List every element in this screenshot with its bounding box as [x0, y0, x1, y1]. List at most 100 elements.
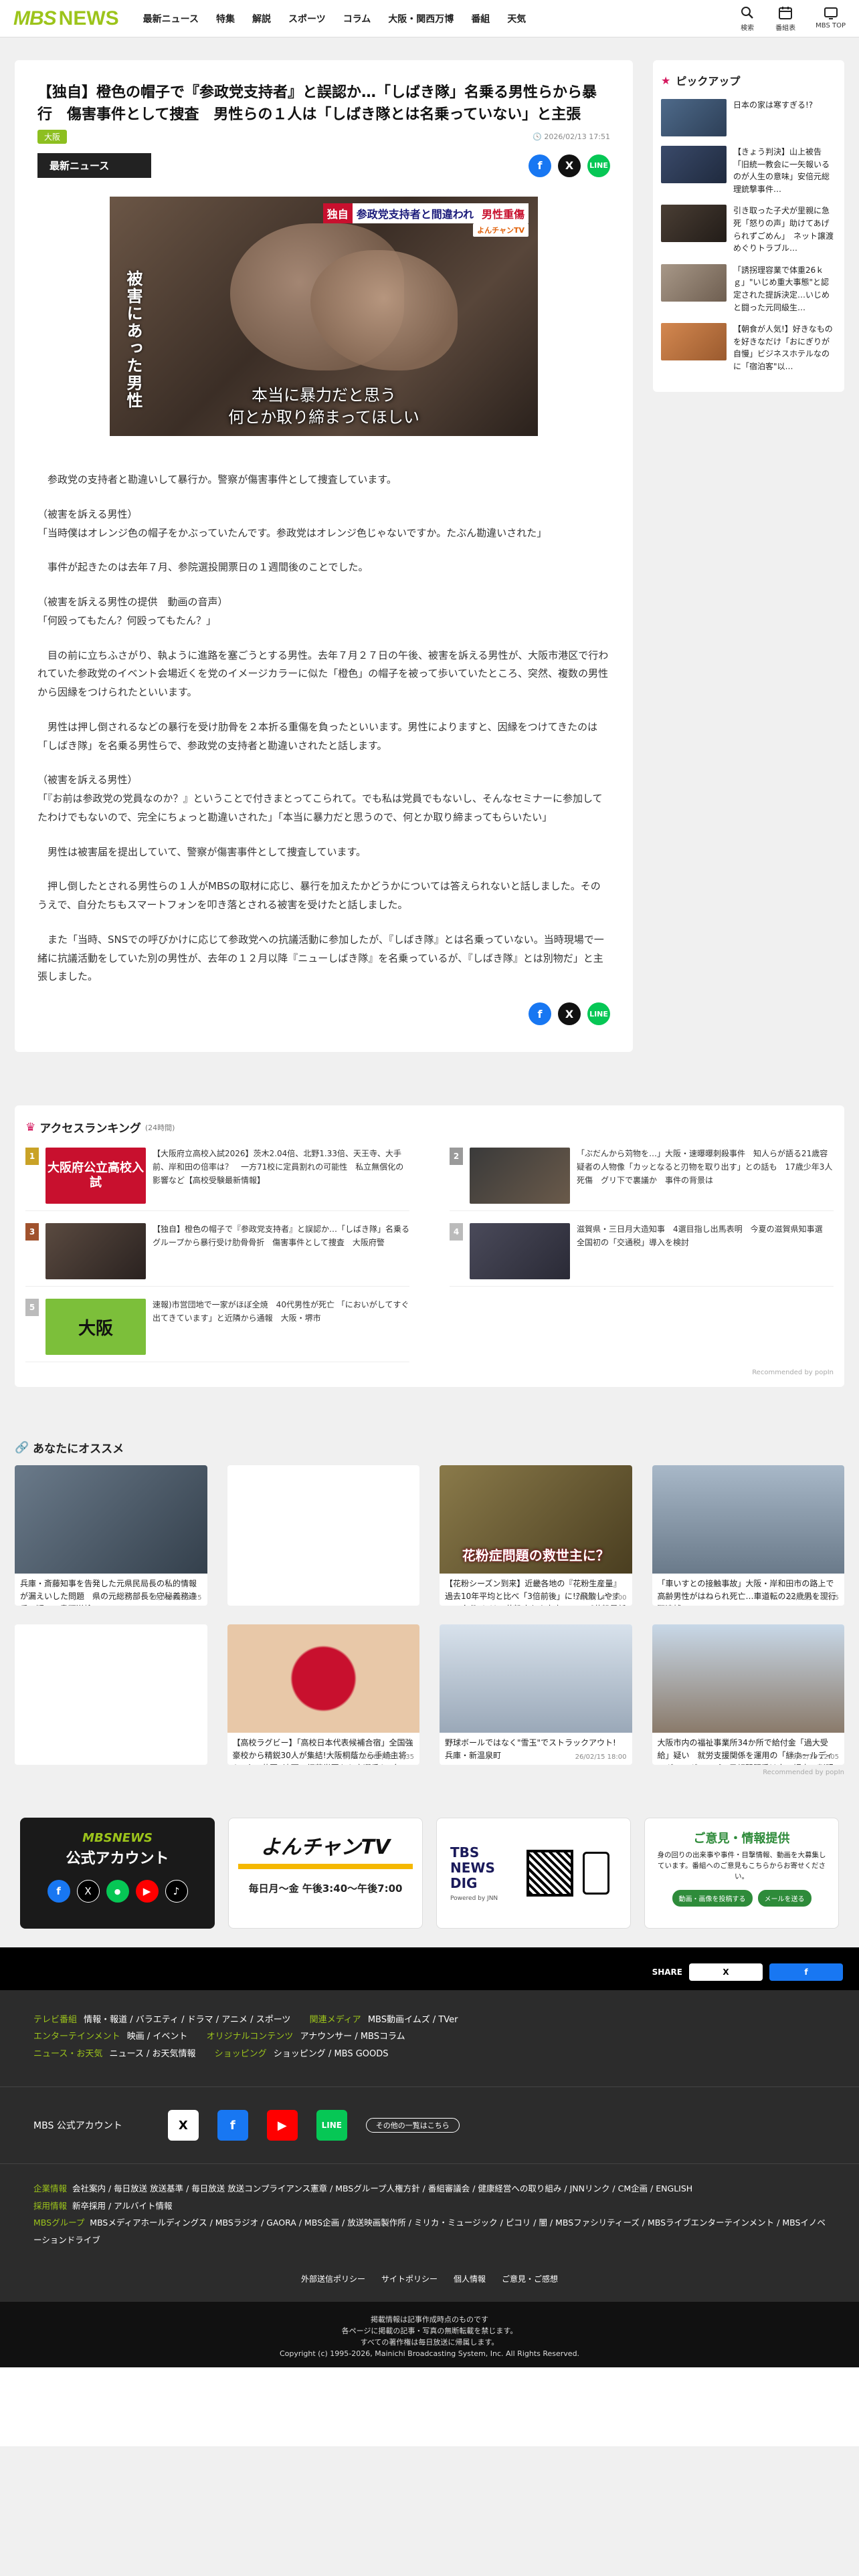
footer-account-list-link[interactable]: その他の一覧はこちら: [365, 2118, 460, 2133]
ranking-item[interactable]: 3 【独自】橙色の帽子で『参政党支持者』と誤認か…「しばき隊」名乗るグループから…: [25, 1223, 409, 1287]
category-tag[interactable]: 大阪: [37, 130, 68, 144]
tv-icon: [824, 7, 838, 19]
paragraph: 目の前に立ちふさがり、執ように進路を塞ごうとする男性。去年７月２７日の午後、被害…: [37, 649, 609, 699]
footer-nav-row: エンターテインメント 映画 / イベント オリジナルコンテンツ アナウンサー /…: [33, 2028, 826, 2045]
ranking-thumb: [470, 1223, 570, 1279]
nav-explainer[interactable]: 解説: [252, 12, 271, 25]
recommend-thumb: [652, 1624, 844, 1733]
schedule-button[interactable]: 番組表: [775, 5, 795, 32]
facebook-icon[interactable]: f: [217, 2110, 248, 2141]
nav-features[interactable]: 特集: [216, 12, 235, 25]
footer-nav-links[interactable]: アナウンサー / MBSコラム: [300, 2032, 405, 2042]
popin-credit[interactable]: Recommended by popIn: [25, 1369, 834, 1376]
banner-post-video-button[interactable]: 動画・画像を投稿する: [672, 1890, 753, 1907]
nav-programs[interactable]: 番組: [471, 12, 490, 25]
article: 【独自】橙色の帽子で『参政党支持者』と誤認か…「しばき隊」名乗る男性らから暴行 …: [15, 60, 633, 1052]
x-share-icon[interactable]: X: [558, 1002, 581, 1025]
banner-yonchan-logo: よんチャンTV: [238, 1830, 413, 1869]
popin-credit[interactable]: Recommended by popIn: [15, 1769, 844, 1776]
paragraph: 男性は押し倒されるなどの暴行を受け肋骨を２本折る重傷を負ったといいます。男性によ…: [37, 720, 598, 752]
footer-policy-links[interactable]: 外部送信ポリシー サイトポリシー 個人情報 ご意見・ご感想: [0, 2264, 859, 2302]
pickup-thumb: [661, 263, 727, 302]
pickup-item[interactable]: 引き取った子犬が里親に急死「怒りの声」助けてあげられずごめん」 ネット譲渡めぐり…: [661, 205, 836, 254]
recommend-card[interactable]: 花粉症問題の救世主に？ 【花粉シーズン到来】近畿各地の『花粉生産量』過去10年平…: [440, 1465, 632, 1606]
recommend-card[interactable]: 大阪市内の福祉事業所34か所で給付金「過大受給」疑い 就労支援関係を運用の「絆ホ…: [652, 1624, 844, 1765]
line-icon: ●: [106, 1880, 129, 1903]
recommend-card[interactable]: 兵庫・斎藤知事を告発した元県民局長の私的情報が漏えいした問題 県の元総務部長を守…: [15, 1465, 207, 1606]
footer-share: SHARE X f: [0, 1963, 859, 1990]
pickup-item-title: 「誘拐理容業で体重26ｋｇ」"いじめ重大事態"と認定された提訴決定…いじめと闘っ…: [733, 265, 830, 312]
ranking-text: 速報)市営団地で一家がほぼ全焼 40代男性が死亡 「においがしてすぐ出てきていま…: [153, 1300, 409, 1323]
footer-x-share-button[interactable]: X: [689, 1963, 763, 1981]
ranking-subtitle: (24時間): [145, 1123, 175, 1132]
line-share-icon[interactable]: LINE: [587, 154, 610, 177]
footer-nav-links[interactable]: MBS動画イムズ / TVer: [368, 2015, 458, 2025]
banner-social-icons: f X ● ▶ ♪: [36, 1880, 199, 1903]
pickup-item[interactable]: 【朝食が人気!】好きなものを好きなだけ「おにぎりが自慢」ビジネスホテルなのに「宿…: [661, 323, 836, 372]
ranking-thumb: 大阪府公立高校入試: [45, 1148, 146, 1204]
facebook-share-icon[interactable]: f: [529, 1002, 551, 1025]
feedback-banner[interactable]: ご意見・情報提供 身の回りの出来事や事件・目撃情報、動画を大募集しています。番組…: [644, 1818, 839, 1929]
pickup-item-title: 日本の家は寒すぎる!?: [733, 100, 814, 110]
nav-sports[interactable]: スポーツ: [288, 12, 326, 25]
latest-news-label[interactable]: 最新ニュース: [37, 153, 151, 178]
recommend-card[interactable]: 「車いすとの接触事故」大阪・岸和田市の路上で高齢男性がはねられ死亡…車道転の22…: [652, 1465, 844, 1606]
recommend-thumb-overlay: 花粉症問題の救世主に？: [462, 1547, 609, 1564]
banner-send-mail-button[interactable]: メールを送る: [757, 1890, 812, 1907]
pickup-item-title: 引き取った子犬が里親に急死「怒りの声」助けてあげられずごめん」 ネット譲渡めぐり…: [733, 206, 834, 253]
nav-latest-news[interactable]: 最新ニュース: [143, 12, 199, 25]
ranking-item[interactable]: 5 大阪 速報)市営団地で一家がほぼ全焼 40代男性が死亡 「においがしてすぐ出…: [25, 1299, 409, 1362]
share-icons-top: f X LINE: [529, 154, 610, 177]
line-icon[interactable]: LINE: [316, 2110, 347, 2141]
pickup-panel: ★ ピックアップ 日本の家は寒すぎる!? 【きょう判決】山上被告「旧統一教会に一矢…: [653, 60, 844, 392]
footer-copy-line: すべての著作権は毎日放送に帰属します。: [360, 2337, 499, 2347]
footer-nav-label: 関連メディア: [309, 2015, 361, 2025]
footer-corp-links[interactable]: 会社案内 / 毎日放送 放送基準 / 毎日放送 放送コンプライアンス憲章 / M…: [72, 2183, 692, 2193]
rank-number: 1: [25, 1148, 39, 1165]
footer-nav-links[interactable]: ショッピング / MBS GOODS: [274, 2049, 389, 2059]
tbs-news-dig-banner[interactable]: TBS NEWS DIG Powered by JNN: [436, 1818, 632, 1929]
nav-expo[interactable]: 大阪・関西万博: [388, 12, 454, 25]
footer-copy-line: Copyright (c) 1995-2026, Mainichi Broadc…: [279, 2349, 580, 2358]
footer-copy-line: 各ページに掲載の記事・写真の無断転載を禁じます。: [341, 2326, 518, 2335]
footer-corp-links[interactable]: 新卒採用 / アルバイト情報: [72, 2201, 173, 2211]
pickup-thumb: [661, 146, 727, 183]
footer-nav-links[interactable]: ニュース / お天気情報: [110, 2049, 196, 2059]
footer-facebook-share-button[interactable]: f: [769, 1963, 843, 1981]
paragraph: （被害を訴える男性の提供 動画の音声） 「何殴ってもたん？何殴ってもたん？」: [37, 596, 228, 627]
footer-copy-line: 掲載情報は記事作成時点のものです: [371, 2315, 488, 2324]
ranking-text: 滋賀県・三日月大造知事 4選目指し出馬表明 今夏の滋賀県知事選 全国初の「交通税…: [577, 1224, 831, 1247]
pickup-item[interactable]: 「誘拐理容業で体重26ｋｇ」"いじめ重大事態"と認定された提訴決定…いじめと闘っ…: [661, 263, 836, 314]
recommend-thumb: 花粉症問題の救世主に？: [440, 1465, 632, 1574]
official-account-banner[interactable]: MBSNEWS 公式アカウント f X ● ▶ ♪: [20, 1818, 215, 1929]
facebook-share-icon[interactable]: f: [529, 154, 551, 177]
x-share-icon[interactable]: X: [558, 154, 581, 177]
footer-nav-links[interactable]: 情報・報道 / バラエティ / ドラマ / アニメ / スポーツ: [84, 2015, 290, 2025]
youtube-icon[interactable]: ▶: [266, 2110, 298, 2141]
nav-weather[interactable]: 天気: [507, 12, 526, 25]
recommend-card[interactable]: 野球ボールではなく"雪玉"でストラックアウト! 兵庫・新温泉町 26/02/15…: [440, 1624, 632, 1765]
ranking-item[interactable]: 1 大阪府公立高校入試 【大阪府立高校入試2026】茨木2.04倍、北野1.33…: [25, 1148, 409, 1211]
footer-nav-links[interactable]: 映画 / イベント: [127, 2032, 188, 2042]
pickup-item[interactable]: 日本の家は寒すぎる!?: [661, 99, 836, 136]
banner-feedback-text: 身の回りの出来事や事件・目撃情報、動画を大募集しています。番組へのご意見もこちら…: [657, 1851, 826, 1881]
pickup-item[interactable]: 【きょう判決】山上被告「旧統一教会に一矢報いるのが人生の意味」安倍元総理銃撃事件…: [661, 146, 836, 195]
nav-column[interactable]: コラム: [343, 12, 371, 25]
yonchan-tv-banner[interactable]: よんチャンTV 毎日月～金 午後3:40～午後7:00: [228, 1818, 423, 1929]
x-icon[interactable]: X: [167, 2110, 199, 2141]
mbs-news-logo[interactable]: MBS NEWS: [13, 7, 119, 30]
article-date: 🕓 2026/02/13 17:51: [533, 132, 610, 141]
ranking-item[interactable]: 2 「ぶだんから苅物を…」大阪・速曝曝刺殺事件 知人らが語る21歳容疑者の人物像…: [450, 1148, 834, 1211]
recommend-card[interactable]: 【高校ラグビー】「高校日本代表候補合宿」全国強豪校から精鋭30人が集結!大阪桐蔭…: [227, 1624, 419, 1765]
line-share-icon[interactable]: LINE: [587, 1002, 610, 1025]
mbs-top-button[interactable]: MBS TOP: [816, 5, 846, 32]
hero-caption: 本当に暴力だと思う 何とか取り締まってほしい: [110, 385, 538, 428]
footer-corp-links[interactable]: MBSメディアホールディングス / MBSラジオ / GAORA / MBS企画…: [33, 2218, 826, 2245]
recommend-heading: 🔗 あなたにオススメ: [15, 1439, 844, 1457]
share-icons-bottom: f X LINE: [37, 1002, 610, 1025]
ranking-item[interactable]: 4 滋賀県・三日月大造知事 4選目指し出馬表明 今夏の滋賀県知事選 全国初の「交…: [450, 1223, 834, 1287]
search-button[interactable]: 検索: [739, 5, 755, 32]
pickup-title: ピックアップ: [676, 75, 741, 88]
paragraph: （被害を訴える男性） 「『お前は参政党の党員なのか？』ということで付きまとってこ…: [37, 774, 603, 823]
footer-nav-label: ショッピング: [214, 2048, 267, 2059]
